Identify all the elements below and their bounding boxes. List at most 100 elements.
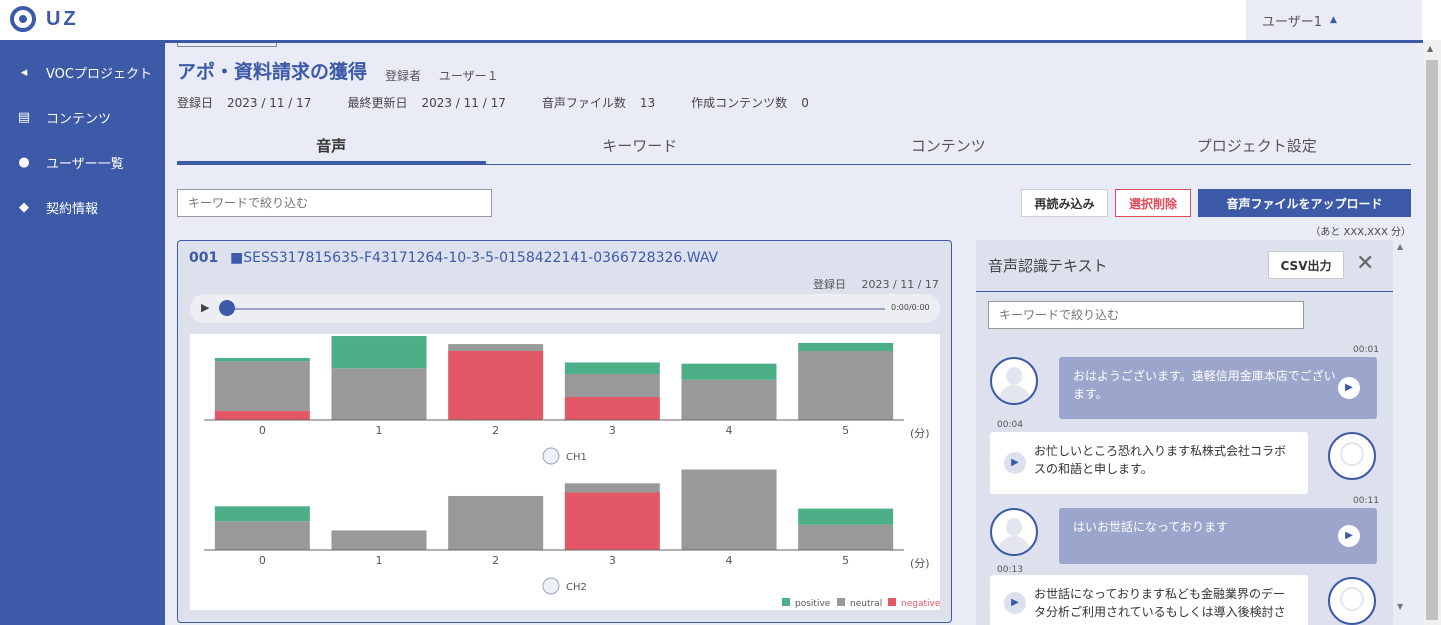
x-tick-label: 2 [492, 424, 499, 437]
bar-neutral [681, 469, 777, 550]
legend-label-positive: positive [795, 599, 831, 609]
registered-meta: 登録日 2023 / 11 / 17 [177, 94, 311, 111]
message-time: 00:04 [997, 420, 1023, 430]
keyword-filter-input[interactable] [177, 189, 492, 217]
project-tabs: 音声 キーワード コンテンツ プロジェクト設定 [177, 131, 1411, 165]
sidebar-item-label: 契約情報 [46, 201, 99, 217]
bar-neutral [331, 368, 427, 420]
transcript-title: 音声認識テキスト [988, 257, 1108, 275]
message-text: お世話になっております私ども金融業界のデータ分析ご利用されているもしくは導入後検… [1034, 587, 1286, 619]
legend-label-neutral: neutral [850, 599, 882, 609]
bar-neutral [448, 344, 544, 351]
csv-export-button[interactable]: CSV出力 [1268, 251, 1344, 279]
registrant-value: ユーザー１ [438, 69, 499, 83]
tab-audio[interactable]: 音声 [177, 131, 486, 164]
x-tick-label: 1 [376, 424, 383, 437]
transcript-header: 音声認識テキスト CSV出力 ✕ [976, 240, 1393, 292]
page-title: アポ・資料請求の獲得 [177, 61, 368, 83]
x-axis-unit: (分) [910, 427, 930, 440]
tab-keyword[interactable]: キーワード [486, 131, 795, 164]
bar-neutral [214, 361, 310, 411]
main-content: アポ・資料請求の獲得 登録者 ユーザー１ 登録日 2023 / 11 / 17 最… [165, 43, 1423, 625]
operator-avatar [1328, 577, 1376, 625]
back-tab-edge [177, 43, 277, 47]
bar-positive [214, 357, 310, 362]
transcript-scrollbar[interactable]: ▲ ▼ [1395, 240, 1409, 625]
bar-neutral [681, 379, 777, 420]
page-scrollbar[interactable]: ▲ [1423, 40, 1441, 625]
sidebar-item-contents[interactable]: ▤ コンテンツ [16, 105, 111, 129]
scroll-up-icon[interactable]: ▲ [1427, 44, 1433, 53]
message-text: はいお世話になっております [1073, 520, 1229, 534]
bar-negative [448, 351, 544, 420]
app-logo[interactable]: UZ [10, 6, 79, 32]
play-message-icon[interactable]: ▶ [1338, 377, 1360, 399]
top-bar: UZ ユーザー1 ▲ [0, 0, 1441, 40]
content-count-label: 作成コンテンツ数 [691, 96, 788, 110]
legend-swatch-negative [888, 598, 896, 606]
bar-negative [564, 492, 660, 550]
legend-swatch-neutral [837, 598, 845, 606]
avatar-body [998, 385, 1030, 403]
remaining-minutes: （あと XXX,XXX 分） [1310, 227, 1411, 238]
message-text: お忙しいところ恐れ入ります私株式会社コラボスの和語と申します。 [1034, 444, 1287, 476]
sidebar-item-voc-project[interactable]: ◂ VOCプロジェクト [16, 60, 152, 84]
user-menu-label: ユーザー1 [1262, 14, 1323, 30]
customer-avatar [990, 357, 1038, 405]
delete-selected-button[interactable]: 選択削除 [1115, 189, 1191, 217]
file-number: 001 [189, 250, 219, 266]
play-message-icon[interactable]: ▶ [1004, 452, 1026, 474]
x-tick-label: 3 [609, 554, 616, 567]
x-tick-label: 1 [376, 554, 383, 567]
project-meta: 登録日 2023 / 11 / 17 最終更新日 2023 / 11 / 17 音声… [177, 94, 809, 111]
audio-count-value: 13 [639, 96, 656, 110]
transcript-filter-input[interactable] [988, 301, 1304, 329]
scroll-up-icon[interactable]: ▲ [1397, 242, 1403, 251]
logo-mark-icon [10, 6, 36, 32]
registrant-label: 登録者 [385, 69, 422, 83]
avatar-head [1006, 518, 1022, 536]
audio-file-card[interactable]: 001 ■SESS317815635-F43171264-10-3-5-0158… [177, 240, 952, 623]
play-icon[interactable]: ▶ [201, 301, 209, 314]
channel-label: CH2 [566, 582, 587, 593]
seek-handle[interactable] [219, 300, 235, 316]
operator-avatar [1328, 432, 1376, 480]
close-icon[interactable]: ✕ [1356, 253, 1374, 275]
file-name: ■SESS317815635-F43171264-10-3-5-01584221… [230, 250, 719, 266]
message-bubble-customer: はいお世話になっております ▶ [1059, 508, 1377, 564]
play-message-icon[interactable]: ▶ [1338, 525, 1360, 547]
document-icon: ▤ [17, 109, 31, 125]
user-menu[interactable]: ユーザー1 ▲ [1246, 0, 1422, 40]
tab-project-settings[interactable]: プロジェクト設定 [1103, 131, 1412, 164]
customer-avatar [990, 508, 1038, 556]
bar-positive [331, 336, 427, 369]
file-date-value: 2023 / 11 / 17 [861, 278, 939, 291]
sidebar-item-users[interactable]: ● ユーザー一覧 [16, 150, 123, 174]
x-tick-label: 0 [259, 424, 266, 437]
x-tick-label: 5 [842, 554, 849, 567]
scroll-thumb[interactable] [1426, 60, 1438, 620]
message-text: おはようございます。遠軽信用金庫本店でございます。 [1073, 369, 1336, 401]
scroll-down-icon[interactable]: ▼ [1397, 602, 1403, 611]
bar-neutral [798, 351, 894, 420]
upload-audio-button[interactable]: 音声ファイルをアップロード [1198, 189, 1411, 217]
message-time: 00:13 [997, 565, 1023, 575]
channel-icon [542, 447, 560, 465]
avatar-body [998, 536, 1030, 554]
seek-track[interactable] [235, 308, 885, 310]
audio-count-label: 音声ファイル数 [541, 96, 626, 110]
play-message-icon[interactable]: ▶ [1004, 592, 1026, 614]
x-tick-label: 5 [842, 424, 849, 437]
registered-label: 登録日 [177, 96, 214, 110]
channel-label: CH1 [566, 452, 587, 463]
sidebar-item-contract[interactable]: ◆ 契約情報 [16, 195, 98, 219]
tab-contents[interactable]: コンテンツ [794, 131, 1103, 164]
file-date: 登録日 2023 / 11 / 17 [813, 276, 939, 292]
updated-label: 最終更新日 [347, 96, 408, 110]
handshake-icon: ◆ [19, 199, 29, 215]
x-tick-label: 3 [609, 424, 616, 437]
bar-positive [798, 342, 894, 351]
registered-value: 2023 / 11 / 17 [227, 96, 312, 110]
bar-neutral [331, 530, 427, 550]
reload-button[interactable]: 再読み込み [1021, 189, 1108, 217]
